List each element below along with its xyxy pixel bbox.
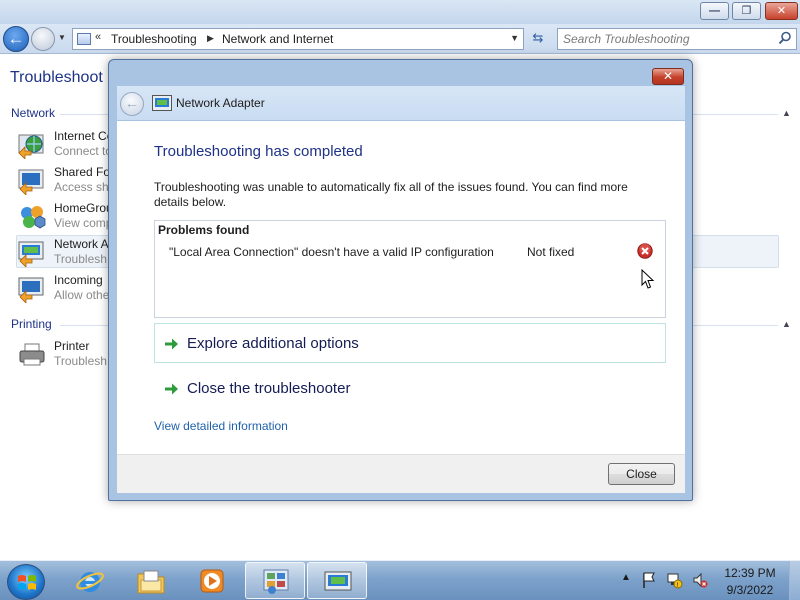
back-arrow-icon: ← xyxy=(7,29,25,48)
troubleshooter-description: Troublesh xyxy=(54,252,107,266)
clock-time[interactable]: 12:39 PM xyxy=(714,566,786,580)
troubleshooter-name: Shared Fol xyxy=(54,165,113,179)
dialog-title: Network Adapter xyxy=(176,96,265,110)
windows-logo-icon xyxy=(18,575,36,590)
troubleshooter-name: Network A xyxy=(54,237,109,251)
taskbar-media-player[interactable] xyxy=(182,562,242,599)
problems-found-panel: Problems found "Local Area Connection" d… xyxy=(154,220,666,318)
windows-explorer-icon xyxy=(137,570,165,594)
homegroup-icon xyxy=(21,206,46,229)
error-icon xyxy=(637,243,653,259)
dialog-footer: Close xyxy=(117,454,685,493)
breadcrumb-separator-icon[interactable]: ▶ xyxy=(207,33,214,44)
network-adapter-icon xyxy=(18,241,44,267)
green-arrow-icon xyxy=(165,338,178,350)
section-network: Network xyxy=(11,106,56,120)
search-icon[interactable] xyxy=(778,31,792,45)
back-button[interactable]: ← xyxy=(3,26,29,52)
media-player-icon xyxy=(200,569,224,593)
show-desktop-button[interactable] xyxy=(789,561,800,600)
breadcrumb-overflow[interactable]: « xyxy=(95,31,101,43)
printer-icon xyxy=(19,343,45,366)
dialog-body: Troubleshooting has completed Troublesho… xyxy=(117,121,685,454)
troubleshooter-description: View comp xyxy=(54,216,113,230)
search-input[interactable] xyxy=(558,29,770,49)
view-detailed-information-link[interactable]: View detailed information xyxy=(154,419,288,433)
command-label: Explore additional options xyxy=(187,335,359,352)
result-message: Troubleshooting was unable to automatica… xyxy=(154,180,628,209)
close-troubleshooter-command[interactable]: Close the troubleshooter xyxy=(154,368,666,408)
address-dropdown-icon[interactable]: ▼ xyxy=(510,33,519,43)
start-button[interactable] xyxy=(7,564,45,600)
action-center-flag-icon[interactable] xyxy=(641,571,657,589)
troubleshooter-shared-folders[interactable]: Shared Fol Access sha xyxy=(17,165,117,197)
troubleshooter-description: Allow othe xyxy=(54,288,110,302)
troubleshooter-name: HomeGrou xyxy=(54,201,113,215)
network-status-icon[interactable]: ! xyxy=(667,571,683,589)
troubleshooter-network-adapter[interactable]: Network A Troublesh xyxy=(17,237,117,269)
troubleshooter-name: Incoming xyxy=(54,273,103,287)
page-title: Troubleshoot p xyxy=(10,69,117,86)
forward-button[interactable] xyxy=(31,27,55,51)
collapse-printing-icon[interactable]: ▲ xyxy=(782,319,791,329)
troubleshooter-incoming-connections[interactable]: Incoming Allow othe xyxy=(17,273,117,305)
maximize-button[interactable]: ❐ xyxy=(732,2,761,20)
back-arrow-icon: ← xyxy=(124,95,140,112)
explore-options-command[interactable]: Explore additional options xyxy=(154,323,666,363)
dialog-close-x-button[interactable]: ✕ xyxy=(652,68,684,85)
taskbar-windows-explorer[interactable] xyxy=(121,562,181,599)
refresh-button[interactable]: ⇆ xyxy=(528,28,548,50)
close-icon: ✕ xyxy=(662,69,674,83)
window-close-button[interactable]: ✕ xyxy=(765,2,798,20)
breadcrumb-network-and-internet[interactable]: Network and Internet xyxy=(222,32,333,46)
taskbar-internet-explorer[interactable] xyxy=(60,562,120,599)
troubleshooter-name: Internet Co xyxy=(54,129,114,143)
close-button[interactable]: Close xyxy=(608,463,675,485)
incoming-connections-icon xyxy=(18,277,44,303)
internet-explorer-icon xyxy=(76,572,104,592)
title-bar: — ❐ ✕ xyxy=(0,0,800,24)
green-arrow-icon xyxy=(165,383,178,395)
minimize-icon: — xyxy=(709,5,720,17)
troubleshooter-description: Access sha xyxy=(54,180,116,194)
taskbar-control-panel[interactable] xyxy=(245,562,305,599)
address-bar[interactable]: « Troubleshooting ▶ Network and Internet… xyxy=(72,28,524,50)
troubleshooter-description: Troublesh xyxy=(54,354,107,368)
troubleshooter-internet-connections[interactable]: Internet Co Connect to xyxy=(17,129,117,161)
problem-description: "Local Area Connection" doesn't have a v… xyxy=(169,245,494,259)
dialog-back-button[interactable]: ← xyxy=(120,92,144,116)
section-printing: Printing xyxy=(11,317,52,331)
taskbar-network-adapter[interactable] xyxy=(307,562,367,599)
taskbar: ▲ ! 12:39 PM 9/3/2022 xyxy=(0,560,800,600)
show-hidden-icons-button[interactable]: ▲ xyxy=(621,572,631,583)
close-icon: ✕ xyxy=(776,5,787,17)
recent-pages-dropdown[interactable]: ▼ xyxy=(58,33,68,43)
volume-muted-icon[interactable] xyxy=(692,571,708,589)
troubleshooter-printer[interactable]: Printer Troublesh xyxy=(17,339,117,371)
command-label: Close the troubleshooter xyxy=(187,380,351,397)
mouse-cursor-icon xyxy=(641,269,655,289)
search-box xyxy=(557,28,797,50)
troubleshooter-name: Printer xyxy=(54,339,90,353)
control-panel-icon xyxy=(263,569,289,594)
network-adapter-icon xyxy=(324,571,352,591)
result-heading: Troubleshooting has completed xyxy=(154,143,363,160)
troubleshooter-description: Connect to xyxy=(54,144,113,158)
internet-connections-icon xyxy=(18,134,44,159)
minimize-button[interactable]: — xyxy=(700,2,729,20)
troubleshooter-homegroup[interactable]: HomeGrou View comp xyxy=(17,201,117,233)
navigation-bar: ← ▼ « Troubleshooting ▶ Network and Inte… xyxy=(0,24,800,54)
network-adapter-dialog: ✕ ← Network Adapter Troubleshooting has … xyxy=(108,59,693,501)
clock-date[interactable]: 9/3/2022 xyxy=(714,583,786,597)
dialog-header: ← Network Adapter xyxy=(117,86,685,120)
problem-status: Not fixed xyxy=(527,245,575,259)
breadcrumb-troubleshooting[interactable]: Troubleshooting xyxy=(111,32,197,46)
control-panel-icon xyxy=(77,33,91,45)
problems-found-title: Problems found xyxy=(158,223,250,237)
shared-folders-icon xyxy=(18,169,44,195)
collapse-network-icon[interactable]: ▲ xyxy=(782,108,791,118)
restore-icon: ❐ xyxy=(741,5,752,17)
network-adapter-icon xyxy=(152,95,172,111)
